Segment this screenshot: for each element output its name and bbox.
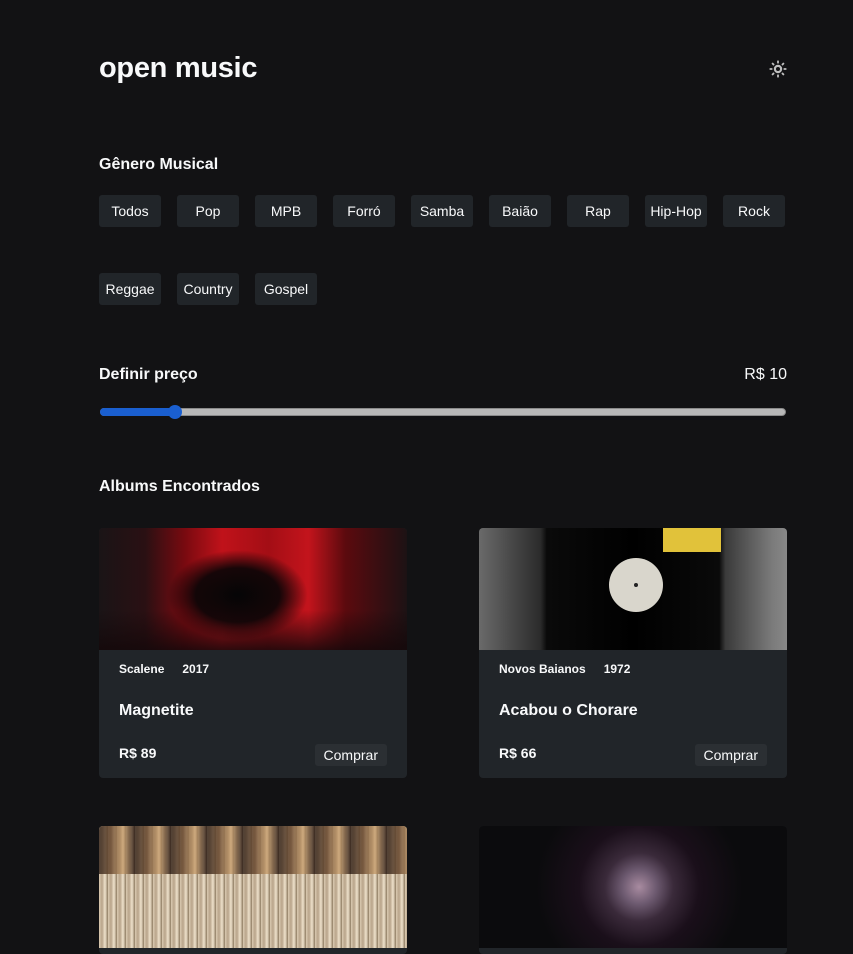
- album-cover-image: [99, 528, 407, 650]
- genre-todos-button[interactable]: Todos: [99, 195, 161, 227]
- header: open music: [99, 52, 787, 92]
- buy-button[interactable]: Comprar: [314, 744, 387, 766]
- album-meta: Scalene 2017: [119, 662, 209, 676]
- genre-rock-button[interactable]: Rock: [723, 195, 785, 227]
- album-card: [479, 826, 787, 954]
- price-slider[interactable]: [99, 404, 787, 420]
- genre-pop-button[interactable]: Pop: [177, 195, 239, 227]
- genre-samba-button[interactable]: Samba: [411, 195, 473, 227]
- albums-section-title: Albums Encontrados: [99, 478, 260, 495]
- album-cover-image: [479, 528, 787, 650]
- price-section-title: Definir preço: [99, 366, 198, 383]
- album-title: Acabou o Chorare: [499, 702, 638, 719]
- buy-button[interactable]: Comprar: [694, 744, 767, 766]
- vinyl-label-decoration: [609, 558, 663, 612]
- album-card: Novos Baianos 1972 Acabou o Chorare R$ 66…: [479, 528, 787, 778]
- album-year: 2017: [182, 662, 210, 676]
- genre-country-button[interactable]: Country: [177, 273, 239, 305]
- genre-section-title: Gênero Musical: [99, 156, 219, 173]
- album-price: R$ 66: [499, 745, 537, 761]
- app-logo: open music: [99, 52, 258, 84]
- album-artist: Novos Baianos: [499, 662, 586, 676]
- genre-hiphop-button[interactable]: Hip-Hop: [645, 195, 707, 227]
- genre-rap-button[interactable]: Rap: [567, 195, 629, 227]
- album-meta: Novos Baianos 1972: [499, 662, 630, 676]
- album-cover-image: [99, 826, 407, 948]
- sticker-decoration: [663, 528, 721, 552]
- genre-gospel-button[interactable]: Gospel: [255, 273, 317, 305]
- genre-reggae-button[interactable]: Reggae: [99, 273, 161, 305]
- album-card: [99, 826, 407, 954]
- album-price: R$ 89: [119, 745, 157, 761]
- genre-forro-button[interactable]: Forró: [333, 195, 395, 227]
- album-title: Magnetite: [119, 702, 194, 719]
- slider-thumb[interactable]: [168, 405, 183, 419]
- genre-mpb-button[interactable]: MPB: [255, 195, 317, 227]
- genre-baiao-button[interactable]: Baião: [489, 195, 551, 227]
- album-year: 1972: [603, 662, 631, 676]
- sun-icon[interactable]: [769, 60, 787, 78]
- slider-track: [100, 408, 786, 416]
- album-artist: Scalene: [119, 662, 165, 676]
- album-cover-image: [479, 826, 787, 948]
- slider-fill: [100, 408, 176, 416]
- album-card: Scalene 2017 Magnetite R$ 89 Comprar: [99, 528, 407, 778]
- price-value: R$ 10: [744, 366, 787, 383]
